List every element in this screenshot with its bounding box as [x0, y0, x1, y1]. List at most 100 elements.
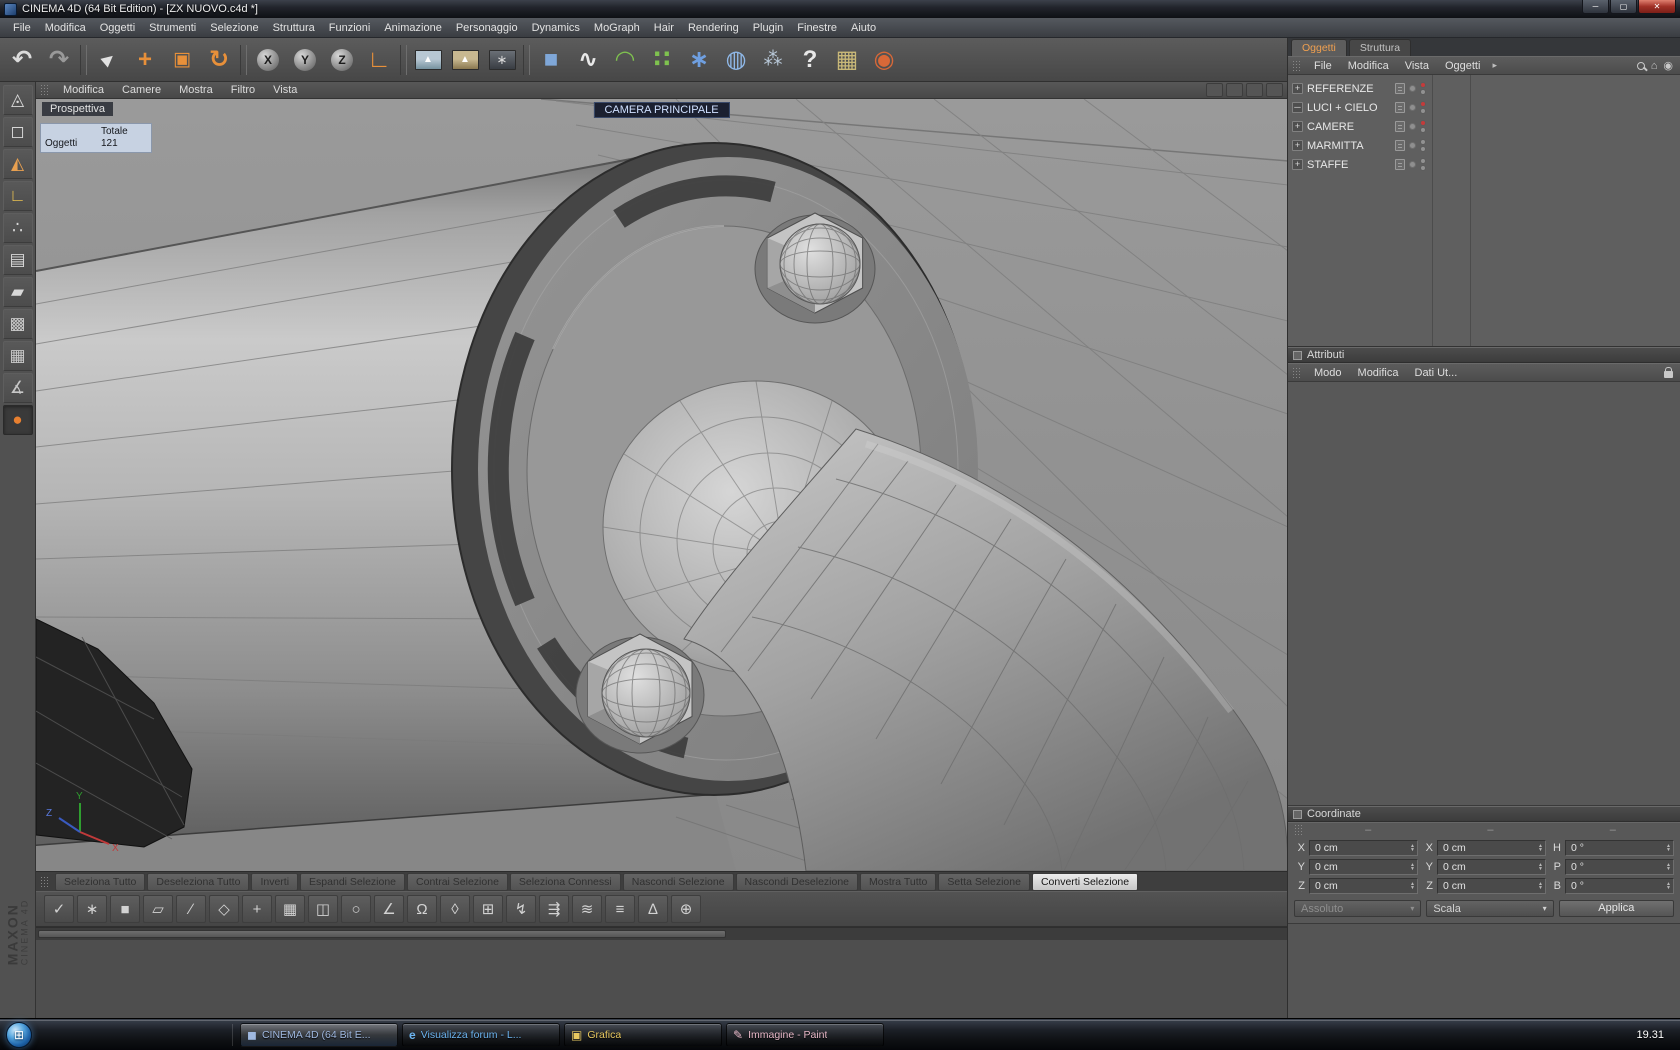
- pan-view-icon[interactable]: [1206, 83, 1223, 97]
- media-player-icon[interactable]: [85, 1023, 107, 1047]
- expand-toggle-icon[interactable]: ─: [1292, 102, 1303, 113]
- expand-toggle-icon[interactable]: +: [1292, 159, 1303, 170]
- modeling-tool-17[interactable]: ≋: [572, 895, 602, 923]
- add-deformer-object-button[interactable]: ∗: [681, 41, 717, 79]
- lock-y-axis-button[interactable]: Y: [287, 41, 323, 79]
- layer-color-dot[interactable]: [1409, 104, 1416, 111]
- add-nurbs-object-button[interactable]: ◠: [607, 41, 643, 79]
- menu-item[interactable]: Animazione: [377, 19, 448, 37]
- object-manager-menu-item[interactable]: Modifica: [1341, 58, 1396, 74]
- add-particles-object-button[interactable]: ⁂: [755, 41, 791, 79]
- layer-color-dot[interactable]: [1409, 123, 1416, 130]
- lock-x-axis-button[interactable]: X: [250, 41, 286, 79]
- maximize-button[interactable]: ▢: [1610, 0, 1637, 14]
- selection-command-button[interactable]: Inverti: [251, 873, 298, 891]
- spinner-icon[interactable]: [1410, 863, 1415, 872]
- layer-tag-icon[interactable]: [1395, 140, 1405, 151]
- size-input[interactable]: 0 cm: [1437, 840, 1546, 856]
- task-ie-forum[interactable]: e Visualizza forum - L...: [402, 1023, 560, 1047]
- rotation-input[interactable]: 0 °: [1565, 859, 1674, 875]
- menu-item[interactable]: Modifica: [38, 19, 93, 37]
- viewport-menu-item[interactable]: Modifica: [55, 82, 112, 98]
- selection-command-button[interactable]: Deseleziona Tutto: [147, 873, 249, 891]
- menu-item[interactable]: Plugin: [746, 19, 791, 37]
- menu-item[interactable]: Struttura: [266, 19, 322, 37]
- mode-dropdown[interactable]: Assoluto ▾: [1294, 900, 1421, 917]
- add-environment-object-button[interactable]: ◍: [718, 41, 754, 79]
- animation-mode-button[interactable]: ▩: [3, 309, 33, 339]
- uv-mode-button[interactable]: ▦: [3, 341, 33, 371]
- task-cinema4d[interactable]: ◼ CINEMA 4D (64 Bit E...: [240, 1023, 398, 1047]
- menu-item[interactable]: Aiuto: [844, 19, 883, 37]
- explorer-icon[interactable]: [108, 1023, 130, 1047]
- points-mode-button[interactable]: ∴: [3, 213, 33, 243]
- texture-mode-button[interactable]: ◭: [3, 149, 33, 179]
- toolbar-separator[interactable]: [523, 45, 530, 75]
- rotation-input[interactable]: 0 °: [1565, 878, 1674, 894]
- panel-grip-icon[interactable]: [40, 876, 49, 888]
- spinner-icon[interactable]: [1538, 863, 1543, 872]
- edges-mode-button[interactable]: ▤: [3, 245, 33, 275]
- spinner-icon[interactable]: [1410, 844, 1415, 853]
- spinner-icon[interactable]: [1410, 882, 1415, 891]
- visibility-dots-icon[interactable]: [1420, 101, 1426, 114]
- photo-viewer-icon[interactable]: [154, 1023, 176, 1047]
- menu-item[interactable]: Selezione: [203, 19, 265, 37]
- menu-item[interactable]: Rendering: [681, 19, 746, 37]
- viewport-menu-item[interactable]: Vista: [265, 82, 305, 98]
- panel-grip-icon[interactable]: [1292, 367, 1301, 379]
- viewport-menu-item[interactable]: Filtro: [223, 82, 263, 98]
- tree-item-staffe[interactable]: + STAFFE: [1288, 155, 1430, 174]
- help-button[interactable]: ?: [792, 41, 828, 79]
- menu-item[interactable]: Funzioni: [322, 19, 378, 37]
- render-settings-button[interactable]: ∗: [484, 41, 520, 79]
- panel-grip-icon[interactable]: [1294, 824, 1303, 836]
- lock-z-axis-button[interactable]: Z: [324, 41, 360, 79]
- redo-button[interactable]: ↷: [41, 41, 77, 79]
- viewport-menu-item[interactable]: Mostra: [171, 82, 221, 98]
- selection-command-button[interactable]: Nascondi Deselezione: [736, 873, 858, 891]
- add-spline-object-button[interactable]: ∿: [570, 41, 606, 79]
- selection-command-button[interactable]: Nascondi Selezione: [623, 873, 734, 891]
- task-grafica[interactable]: ▣ Grafica: [564, 1023, 722, 1047]
- modeling-tool-14[interactable]: ⊞: [473, 895, 503, 923]
- search-icon[interactable]: [1637, 62, 1645, 70]
- modeling-tool-9[interactable]: ◫: [308, 895, 338, 923]
- menu-item[interactable]: File: [6, 19, 38, 37]
- modeling-tool-16[interactable]: ⇶: [539, 895, 569, 923]
- size-mode-dropdown[interactable]: Scala ▾: [1426, 900, 1553, 917]
- axis-modification-button[interactable]: ●: [3, 405, 33, 435]
- modeling-tool-8[interactable]: ▦: [275, 895, 305, 923]
- word-icon[interactable]: [177, 1023, 199, 1047]
- workplane-mode-button[interactable]: ∟: [3, 181, 33, 211]
- notepad-icon[interactable]: [200, 1023, 222, 1047]
- layer-tag-icon[interactable]: [1395, 102, 1405, 113]
- modeling-tool-4[interactable]: ▱: [143, 895, 173, 923]
- layer-tag-icon[interactable]: [1395, 159, 1405, 170]
- modeling-tool-13[interactable]: ◊: [440, 895, 470, 923]
- selection-command-button[interactable]: Mostra Tutto: [860, 873, 936, 891]
- modeling-tool-11[interactable]: ∠: [374, 895, 404, 923]
- attributes-menu-item[interactable]: Modo: [1307, 365, 1349, 381]
- xpresso-editor-button[interactable]: ▦: [829, 41, 865, 79]
- panel-grip-icon[interactable]: [1292, 60, 1301, 72]
- size-input[interactable]: 0 cm: [1437, 878, 1546, 894]
- add-array-object-button[interactable]: ∷: [644, 41, 680, 79]
- object-manager-menu-item[interactable]: Vista: [1398, 58, 1436, 74]
- viewport-menu-item[interactable]: Camere: [114, 82, 169, 98]
- menu-item[interactable]: Personaggio: [449, 19, 525, 37]
- selection-command-button[interactable]: Setta Selezione: [938, 873, 1030, 891]
- modeling-tool-2[interactable]: ∗: [77, 895, 107, 923]
- eye-icon[interactable]: ◉: [1663, 59, 1673, 72]
- toggle-views-icon[interactable]: [1266, 83, 1283, 97]
- rotate-tool[interactable]: ↻: [201, 41, 237, 79]
- content-browser-button[interactable]: ◉: [866, 41, 902, 79]
- modeling-tool-6[interactable]: ◇: [209, 895, 239, 923]
- spinner-icon[interactable]: [1666, 863, 1671, 872]
- tree-item-camere[interactable]: + CAMERE: [1288, 117, 1430, 136]
- menu-item[interactable]: MoGraph: [587, 19, 647, 37]
- modeling-tool-7[interactable]: +: [242, 895, 272, 923]
- position-input[interactable]: 0 cm: [1309, 859, 1418, 875]
- menu-item[interactable]: Dynamics: [525, 19, 587, 37]
- panel-grip-icon[interactable]: [40, 84, 49, 96]
